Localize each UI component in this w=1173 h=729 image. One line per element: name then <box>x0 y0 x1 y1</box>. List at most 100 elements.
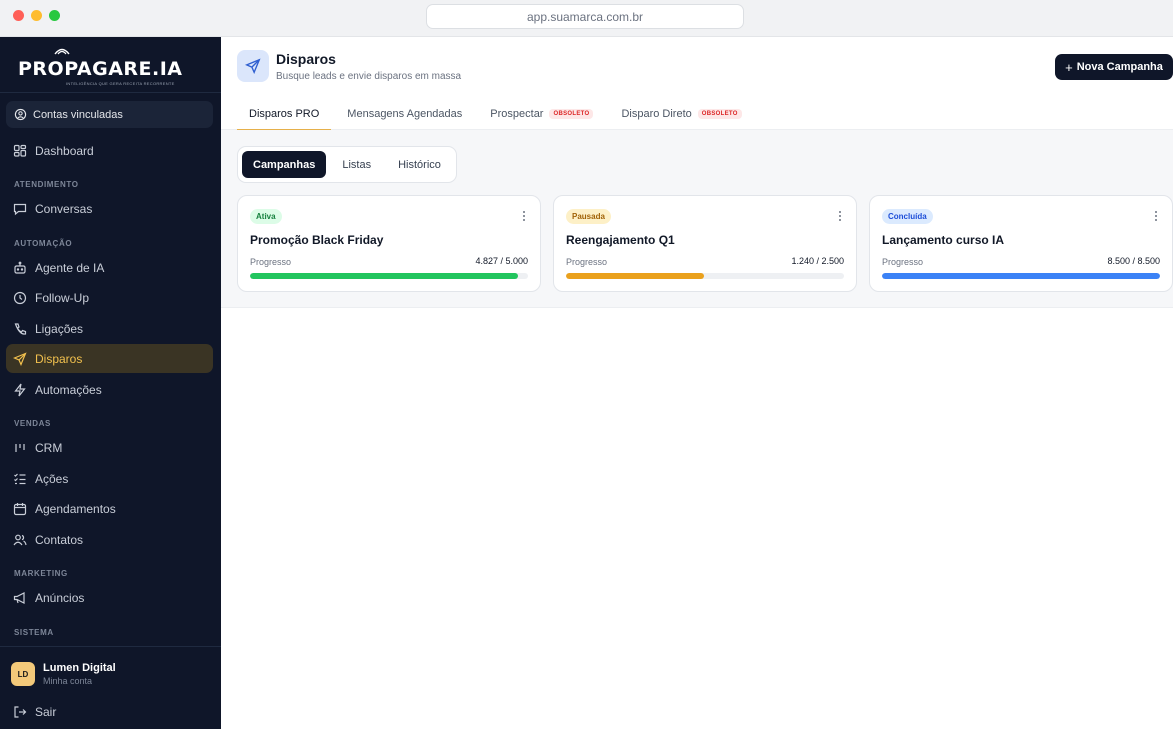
linked-accounts-button[interactable]: Contas vinculadas <box>6 101 213 128</box>
sidebar-item-acoes[interactable]: Ações <box>6 464 213 493</box>
send-icon <box>245 58 261 74</box>
tab-bar: Disparos PRO Mensagens Agendadas Prospec… <box>237 97 754 131</box>
page-subtitle: Busque leads e envie disparos em massa <box>276 71 462 82</box>
brand-logo[interactable]: PROPAGARE.IA INTELIGÊNCIA QUE GERA RECEI… <box>18 48 198 89</box>
tab-disparos-pro[interactable]: Disparos PRO <box>237 97 332 131</box>
progress-fill <box>566 273 704 279</box>
campaign-card[interactable]: Concluída Lançamento curso IA Progresso … <box>869 195 1173 292</box>
maximize-window-button[interactable] <box>49 10 60 21</box>
sidebar-item-label: Agendamentos <box>35 501 116 516</box>
sidebar-item-conversas[interactable]: Conversas <box>6 194 213 223</box>
obsolete-badge: OBSOLETO <box>549 108 594 119</box>
sidebar-item-automacoes[interactable]: Automações <box>6 375 213 404</box>
tab-mensagens-agendadas[interactable]: Mensagens Agendadas <box>331 97 474 130</box>
sidebar-item-label: Anúncios <box>35 590 85 605</box>
obsolete-badge: OBSOLETO <box>697 108 742 119</box>
minimize-window-button[interactable] <box>31 10 42 21</box>
progress-bar <box>250 273 528 279</box>
segment-listas[interactable]: Listas <box>328 151 385 178</box>
section-automacao: AUTOMAÇÃO <box>14 239 73 248</box>
browser-chrome: app.suamarca.com.br <box>0 0 1173 37</box>
logout-label: Sair <box>35 705 57 719</box>
tab-prospectar[interactable]: Prospectar OBSOLETO <box>474 97 605 130</box>
new-campaign-button[interactable]: + Nova Campanha <box>1055 54 1173 80</box>
progress-label: Progresso <box>566 257 608 267</box>
sidebar-item-anuncios[interactable]: Anúncios <box>6 583 213 612</box>
more-options-icon[interactable] <box>1154 210 1158 222</box>
more-options-icon[interactable] <box>838 210 842 222</box>
sidebar-item-label: Conversas <box>35 201 93 216</box>
avatar: LD <box>11 662 35 686</box>
close-window-button[interactable] <box>13 10 24 21</box>
user-subtitle: Minha conta <box>43 676 93 686</box>
segment-historico[interactable]: Histórico <box>387 151 452 178</box>
calendar-icon <box>13 502 27 515</box>
sidebar-item-follow-up[interactable]: Follow-Up <box>6 283 213 312</box>
sidebar-item-label: Automações <box>35 382 102 397</box>
campaign-title: Promoção Black Friday <box>250 233 384 247</box>
sidebar-item-agendamentos[interactable]: Agendamentos <box>6 494 213 523</box>
url-bar[interactable]: app.suamarca.com.br <box>426 4 744 29</box>
progress-fill <box>250 273 519 279</box>
sidebar-item-contatos[interactable]: Contatos <box>6 525 213 554</box>
sidebar-item-label: Ligações <box>35 321 84 336</box>
status-badge: Ativa <box>250 209 282 224</box>
tab-label: Mensagens Agendadas <box>347 107 463 120</box>
sidebar-item-agente-ia[interactable]: Agente de IA <box>6 253 213 282</box>
more-options-icon[interactable] <box>522 210 526 222</box>
sidebar-item-crm[interactable]: CRM <box>6 433 213 462</box>
tab-label: Prospectar <box>490 107 544 120</box>
logout-button[interactable]: Sair <box>13 705 56 719</box>
progress-value: 1.240 / 2.500 <box>791 256 844 266</box>
sidebar-item-label: Follow-Up <box>35 290 90 305</box>
segment-campanhas[interactable]: Campanhas <box>242 151 327 178</box>
dashboard-icon <box>13 144 27 157</box>
progress-fill <box>882 273 1160 279</box>
page-title: Disparos <box>276 51 336 67</box>
section-marketing: MARKETING <box>14 569 68 578</box>
content-area: Campanhas Listas Histórico Ativa Promoçã… <box>221 130 1173 308</box>
user-circle-icon <box>14 108 27 121</box>
progress-bar <box>882 273 1160 279</box>
segmented-control: Campanhas Listas Histórico <box>237 146 457 183</box>
chat-icon <box>13 203 27 215</box>
sidebar-item-label: Disparos <box>35 351 83 366</box>
status-badge: Concluída <box>882 209 933 224</box>
sidebar-item-label: Dashboard <box>35 143 94 158</box>
page-header: Disparos Busque leads e envie disparos e… <box>221 37 1173 131</box>
tab-disparo-direto[interactable]: Disparo Direto OBSOLETO <box>605 97 753 130</box>
page-icon <box>237 50 269 82</box>
progress-label: Progresso <box>250 257 292 267</box>
status-badge: Pausada <box>566 209 611 224</box>
progress-value: 8.500 / 8.500 <box>1107 256 1160 266</box>
clock-icon <box>13 291 27 304</box>
lightning-icon <box>14 383 26 396</box>
new-campaign-label: Nova Campanha <box>1076 61 1163 73</box>
user-account[interactable]: LD Lumen Digital Minha conta <box>11 662 116 686</box>
campaign-card[interactable]: Pausada Reengajamento Q1 Progresso 1.240… <box>553 195 857 292</box>
logo-signal-icon <box>54 48 70 55</box>
sidebar-item-disparos[interactable]: Disparos <box>6 344 213 373</box>
window-controls <box>13 10 60 21</box>
sidebar-divider <box>0 646 221 647</box>
sidebar-item-label: Contatos <box>35 532 84 547</box>
checklist-icon <box>14 473 26 484</box>
phone-icon <box>14 322 27 335</box>
user-name: Lumen Digital <box>43 662 116 674</box>
tab-label: Disparos PRO <box>249 107 320 120</box>
section-atendimento: ATENDIMENTO <box>14 180 79 189</box>
progress-bar <box>566 273 844 279</box>
logout-icon <box>14 706 27 718</box>
sidebar-divider <box>0 92 221 93</box>
progress-value: 4.827 / 5.000 <box>475 256 528 266</box>
main-area: Disparos Busque leads e envie disparos e… <box>221 37 1173 729</box>
sidebar-item-dashboard[interactable]: Dashboard <box>6 136 213 165</box>
sidebar-item-ligacoes[interactable]: Ligações <box>6 314 213 343</box>
campaign-card[interactable]: Ativa Promoção Black Friday Progresso 4.… <box>237 195 541 292</box>
section-vendas: VENDAS <box>14 419 51 428</box>
users-icon <box>13 534 27 545</box>
logo-text: PROPAGARE.IA <box>18 58 183 80</box>
bot-icon <box>14 261 26 274</box>
megaphone-icon <box>13 591 25 604</box>
section-sistema: SISTEMA <box>14 628 54 637</box>
